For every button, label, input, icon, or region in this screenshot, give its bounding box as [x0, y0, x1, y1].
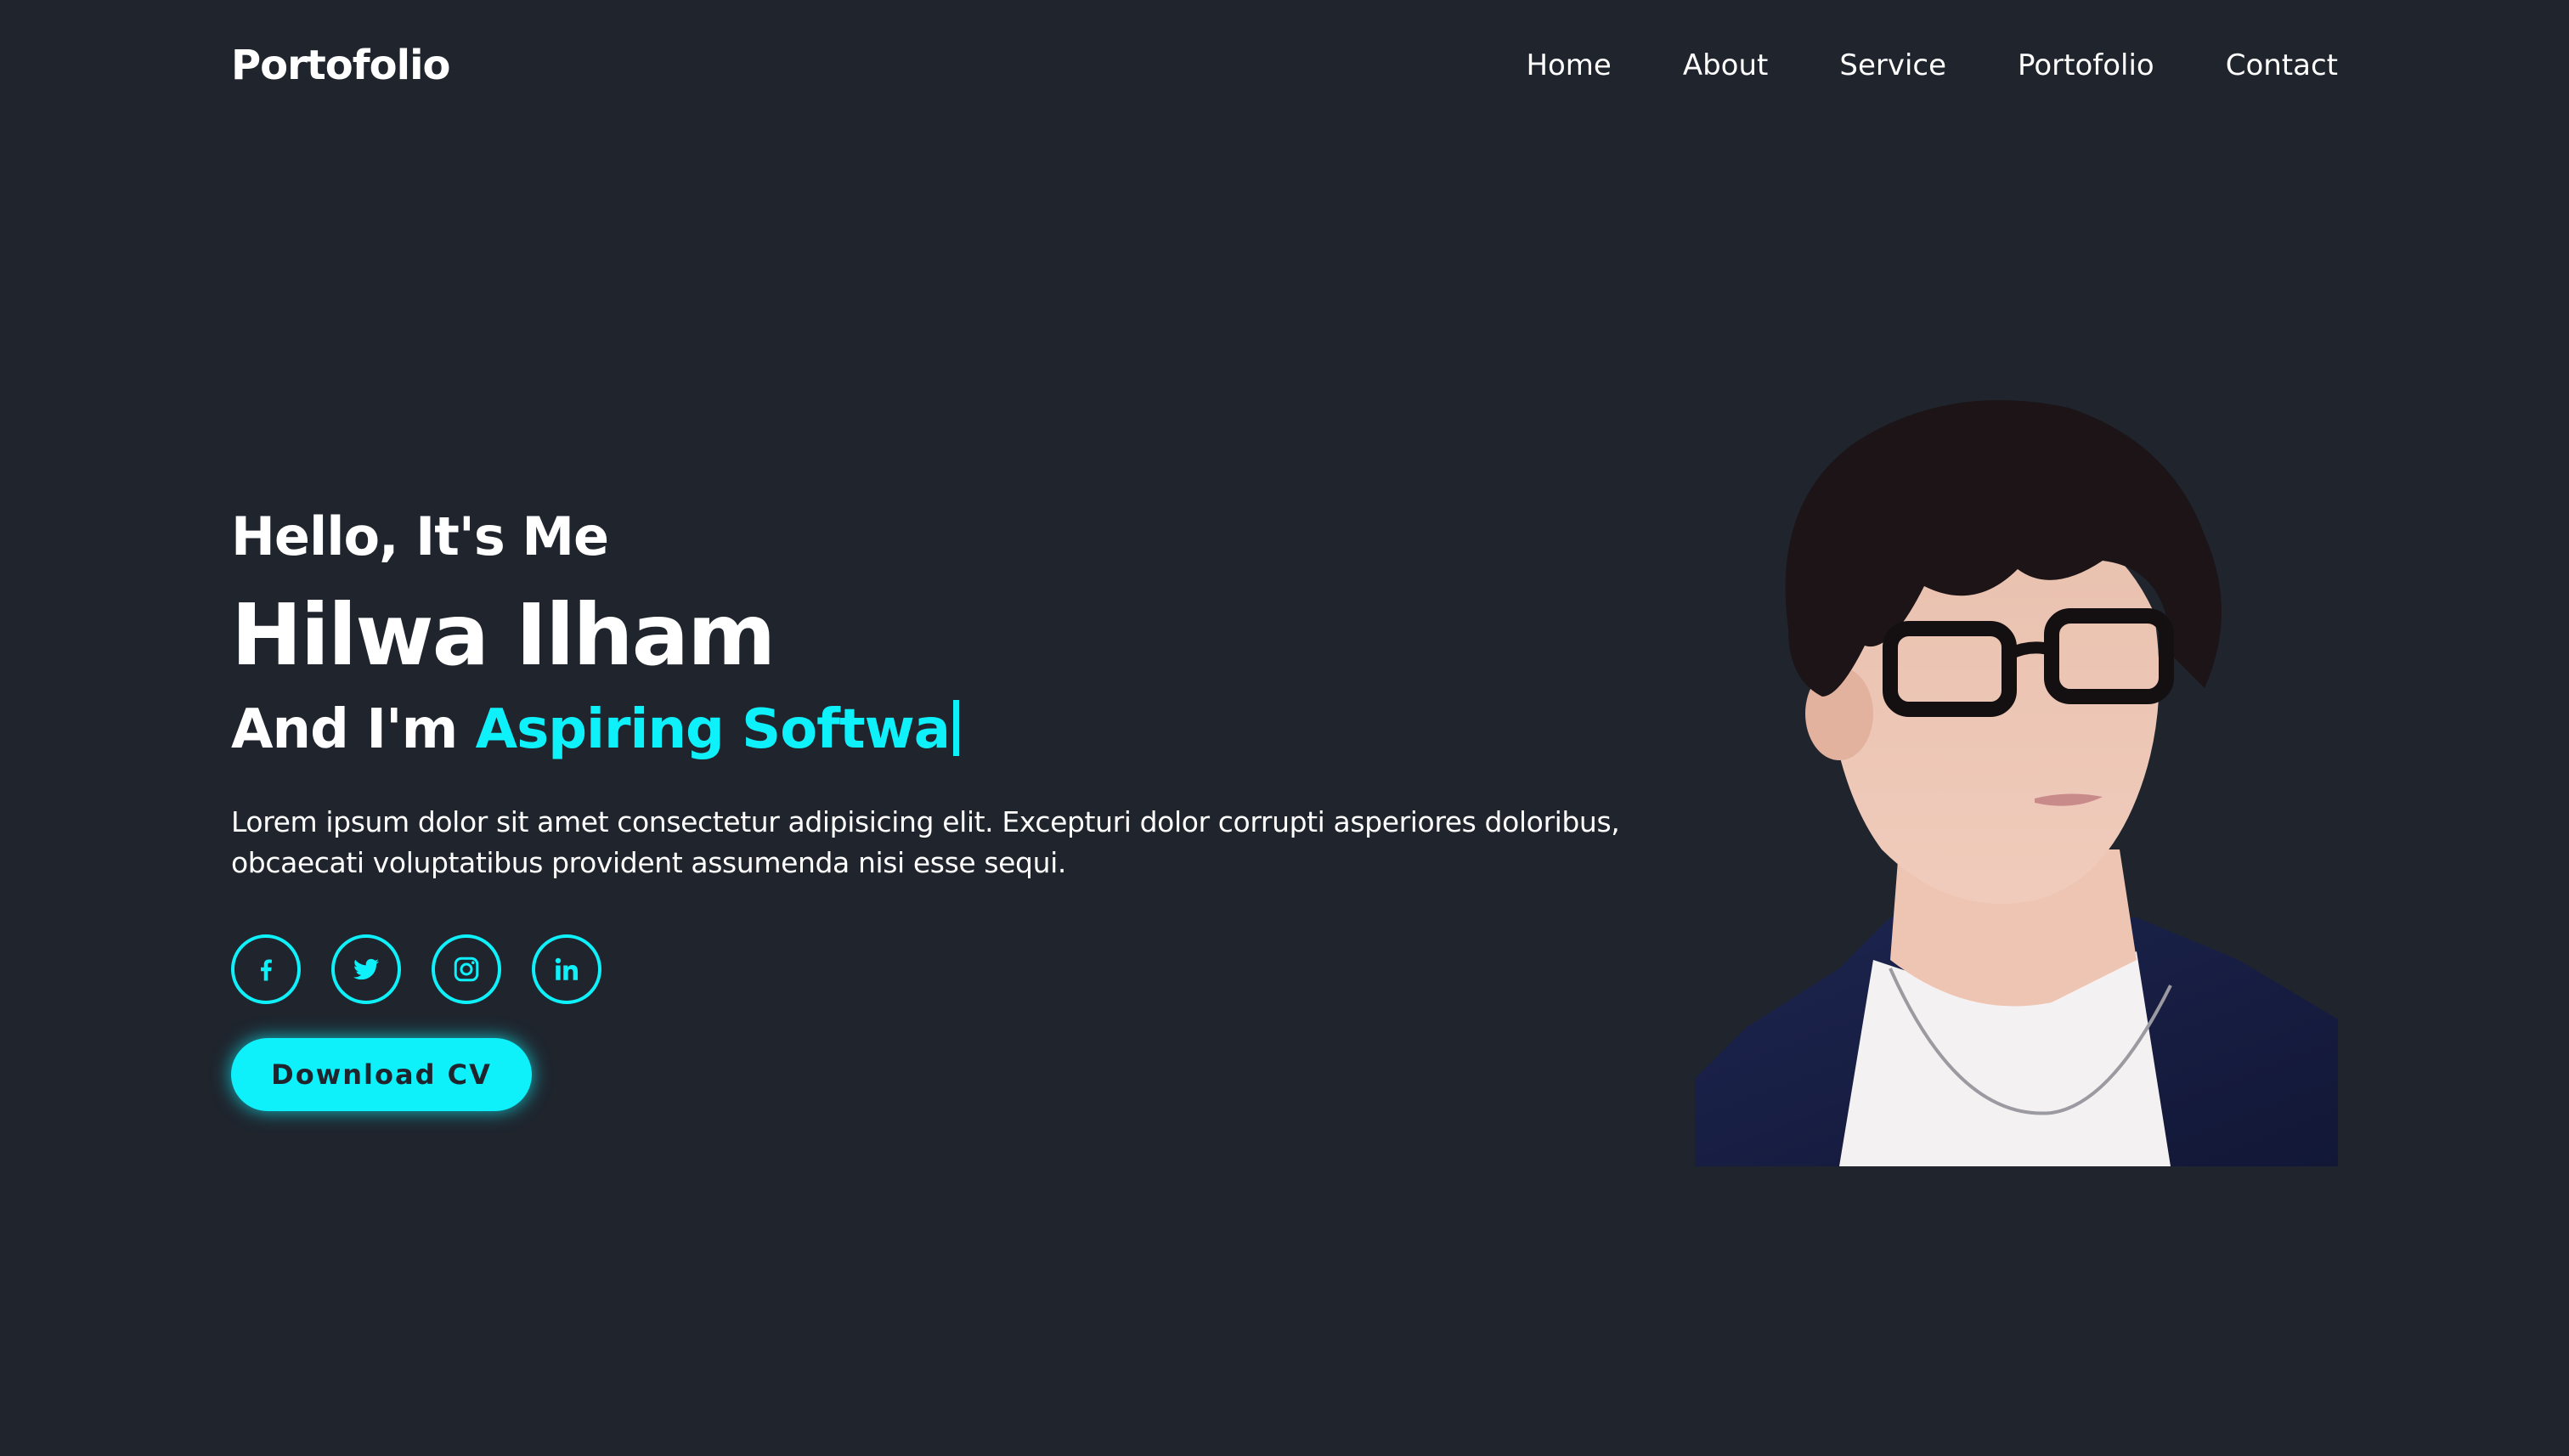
twitter-link[interactable]	[331, 934, 401, 1004]
nav-home[interactable]: Home	[1526, 42, 1611, 88]
hero-greeting: Hello, It's Me	[231, 505, 609, 567]
portfolio-page: Portofolio Home About Service Portofolio…	[0, 0, 2569, 1456]
nav-about[interactable]: About	[1683, 42, 1769, 88]
typing-cursor	[952, 700, 959, 756]
twitter-icon	[353, 958, 379, 980]
role-prefix: And I'm	[231, 698, 458, 761]
hero-role: And I'm Aspiring Softwa	[231, 693, 959, 766]
main-nav: Home About Service Portofolio Contact	[1526, 42, 2338, 88]
hero-description: Lorem ipsum dolor sit amet consectetur a…	[231, 805, 1620, 879]
linkedin-icon	[555, 957, 579, 980]
nav-service[interactable]: Service	[1839, 42, 1946, 88]
linkedin-link[interactable]	[532, 934, 601, 1004]
profile-photo	[1695, 374, 2338, 1166]
nav-contact[interactable]: Contact	[2226, 42, 2338, 88]
hero-name: Hilwa Ilham	[231, 585, 776, 685]
instagram-link[interactable]	[432, 934, 501, 1004]
nav-portofolio[interactable]: Portofolio	[2018, 42, 2154, 88]
facebook-link[interactable]	[231, 934, 301, 1004]
role-typed-text: Aspiring Softwa	[475, 698, 951, 761]
profile-photo-illustration	[1695, 400, 2338, 1166]
instagram-icon	[454, 957, 479, 982]
facebook-icon	[261, 959, 272, 981]
download-cv-button[interactable]: Download CV	[231, 1038, 532, 1111]
site-logo[interactable]: Portofolio	[231, 37, 450, 93]
social-links	[231, 934, 601, 1004]
